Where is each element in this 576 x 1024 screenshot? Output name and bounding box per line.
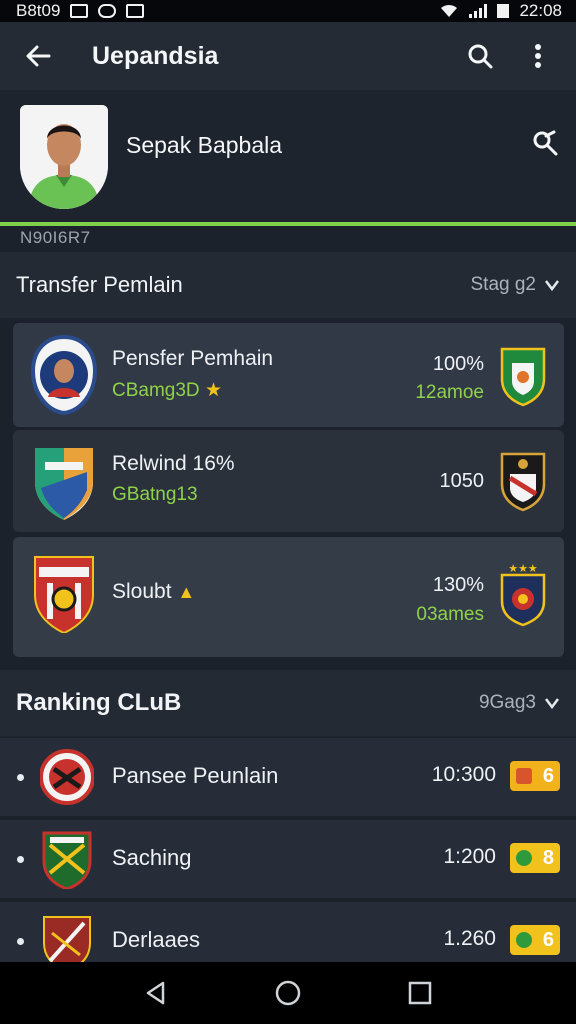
player-badge — [30, 334, 98, 416]
app-notification-icon — [98, 4, 117, 18]
notification-icon — [70, 4, 89, 18]
ranking-filter-label: 9Gag3 — [478, 692, 536, 713]
profile-header: Sepak Bapbala — [0, 90, 576, 222]
status-left-text: B8t09 — [16, 1, 61, 20]
club-logo — [39, 747, 95, 807]
bullet-dot — [17, 938, 24, 945]
transfer-section-header: Transfer Pemlain Stag g2 — [0, 252, 576, 318]
ranking-row[interactable]: Derlaaes 1.260 6 — [0, 902, 576, 973]
transfer-card-title: Pensfer Pemhain — [112, 347, 274, 370]
club-points: 1:200 — [443, 845, 496, 868]
club-crest-icon: ★★★ — [498, 561, 548, 627]
svg-text:★★★: ★★★ — [508, 562, 538, 575]
player-photo — [20, 105, 108, 209]
rank-badge: 6 — [510, 761, 560, 791]
club-points: 1.260 — [443, 927, 496, 950]
club-logo — [40, 829, 94, 891]
transfer-card-value2: 12amoe — [415, 382, 484, 403]
search-icon[interactable] — [460, 36, 500, 76]
ranking-section-header: Ranking CLuB 9Gag3 — [0, 670, 576, 736]
back-arrow-icon[interactable] — [18, 36, 58, 76]
transfer-card-subtitle: GBatng13 — [112, 484, 198, 505]
profile-name: Sepak Bapbala — [126, 132, 283, 158]
page-title: Uepandsia — [92, 41, 219, 70]
transfer-card[interactable]: Relwind 16% GBatng13 1050 — [13, 430, 564, 532]
app-bar: Uepandsia — [0, 22, 576, 90]
accent-divider — [0, 222, 576, 226]
club-crest-icon — [498, 345, 548, 407]
system-nav-bar — [0, 962, 576, 1024]
ranking-filter-dropdown[interactable]: 9Gag3 — [479, 692, 560, 714]
chevron-down-icon — [545, 698, 559, 709]
transfer-card-subtitle: CBamg3D ★ — [112, 380, 222, 401]
star-icon: ★ — [204, 380, 222, 401]
transfer-section-title: Transfer Pemlain — [16, 272, 183, 297]
share-icon[interactable] — [530, 128, 560, 158]
bullet-dot — [17, 856, 24, 863]
nav-recents-icon[interactable] — [407, 980, 433, 1006]
transfer-card[interactable]: Sloubt ▲ 130% 03ames ★★★ — [13, 537, 564, 657]
battery-icon — [497, 4, 510, 18]
club-badge — [31, 553, 97, 635]
profile-code: N90I6R7 — [20, 228, 91, 247]
wifi-icon — [441, 4, 458, 18]
nav-back-icon[interactable] — [143, 980, 169, 1006]
more-vert-icon[interactable] — [518, 36, 558, 76]
transfer-card-title: Relwind 16% — [112, 452, 235, 475]
transfer-filter-label: Stag g2 — [470, 274, 537, 295]
message-icon — [126, 4, 145, 18]
ranking-row[interactable]: Saching 1:200 8 — [0, 820, 576, 898]
club-name: Saching — [112, 845, 192, 870]
badge-icon — [516, 768, 532, 784]
club-badge — [31, 442, 97, 522]
transfer-card-value2: 03ames — [416, 604, 484, 625]
club-name: Pansee Peunlain — [112, 763, 279, 788]
rank-badge-number: 8 — [542, 846, 554, 869]
status-bar: B8t09 22:08 — [0, 0, 576, 22]
badge-icon — [516, 932, 532, 948]
transfer-card-value: 100% — [432, 353, 484, 375]
club-crest-icon — [498, 450, 548, 512]
transfer-card-value: 1050 — [439, 470, 485, 492]
signal-icon — [469, 4, 488, 18]
transfer-card[interactable]: Pensfer Pemhain CBamg3D ★ 100% 12amoe — [13, 323, 564, 427]
club-name: Derlaaes — [112, 927, 201, 952]
trophy-icon: ▲ — [177, 582, 196, 602]
transfer-card-title: Sloubt ▲ — [112, 580, 196, 603]
bullet-dot — [17, 774, 24, 781]
rank-badge: 8 — [510, 843, 560, 873]
badge-icon — [516, 850, 532, 866]
transfer-filter-dropdown[interactable]: Stag g2 — [471, 274, 561, 296]
status-time: 22:08 — [519, 1, 562, 20]
chevron-down-icon — [545, 280, 559, 291]
nav-home-icon[interactable] — [274, 979, 302, 1007]
rank-badge-number: 6 — [542, 764, 554, 787]
club-points: 10:300 — [431, 763, 496, 786]
rank-badge: 6 — [510, 925, 560, 955]
ranking-section-title: Ranking CLuB — [16, 689, 182, 716]
ranking-row[interactable]: Pansee Peunlain 10:300 6 — [0, 738, 576, 816]
transfer-card-value: 130% — [432, 574, 484, 596]
rank-badge-number: 6 — [542, 928, 554, 951]
